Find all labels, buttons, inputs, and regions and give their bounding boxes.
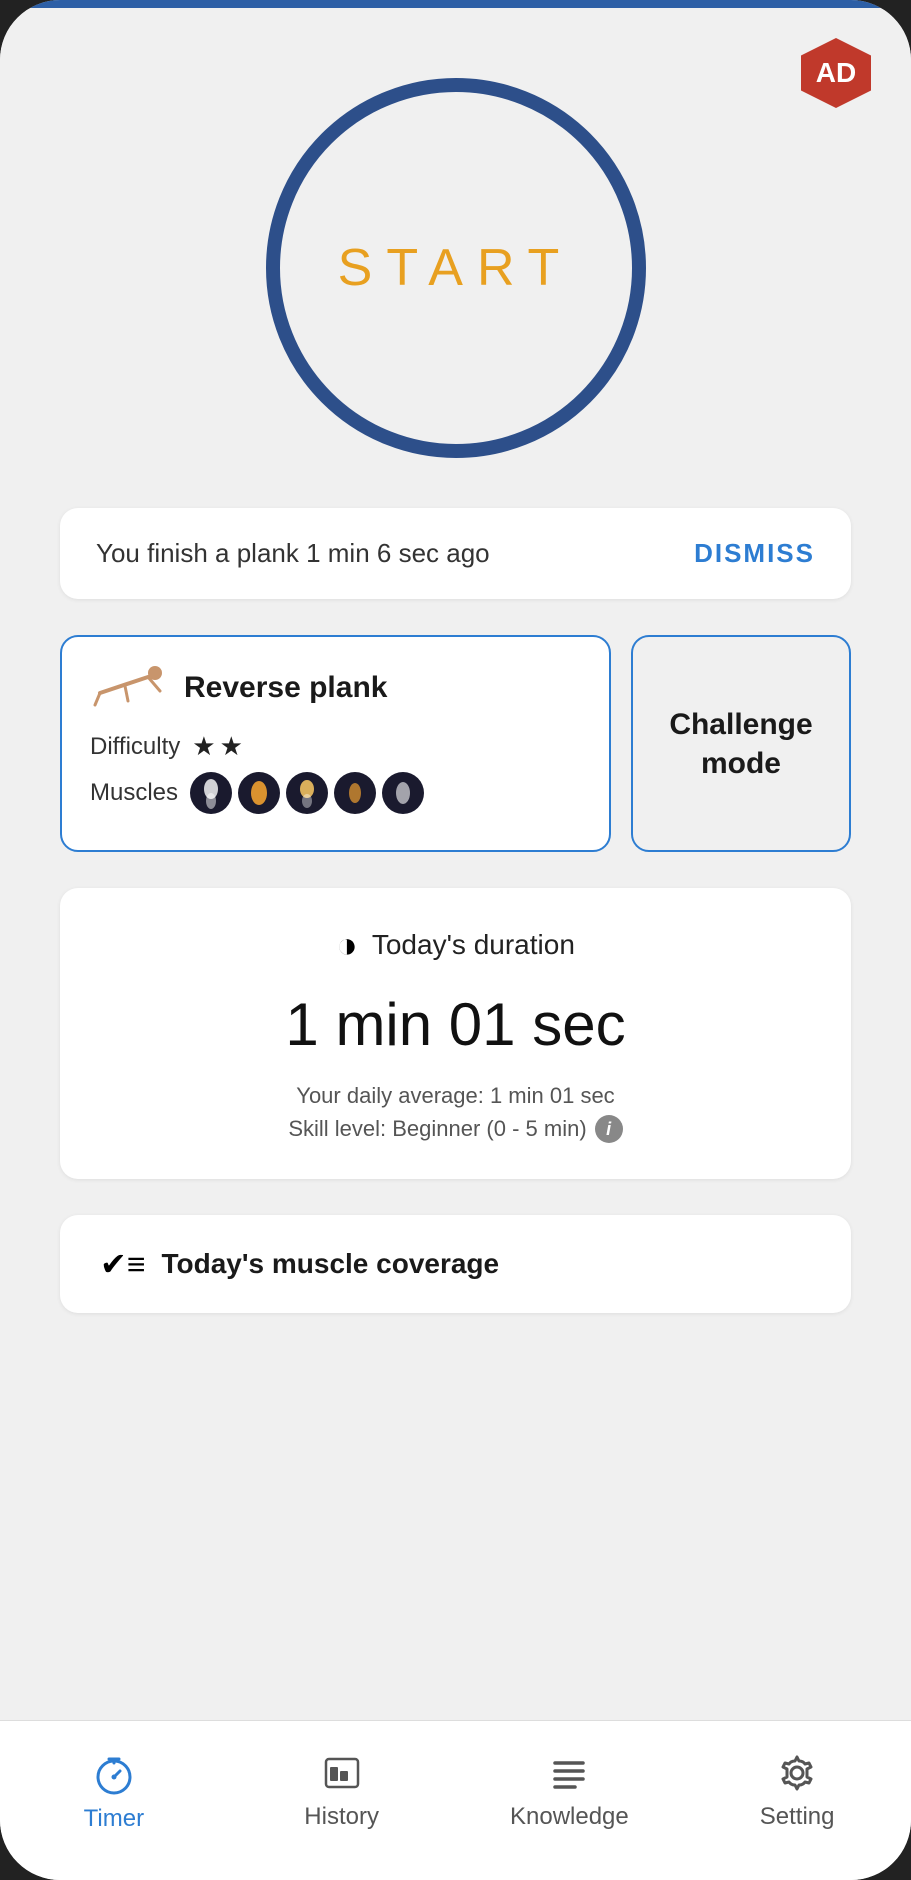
history-icon (320, 1751, 364, 1795)
star-1: ★ (192, 731, 215, 762)
muscles-label: Muscles (90, 779, 178, 807)
nav-label-history: History (304, 1803, 379, 1831)
nav-item-timer[interactable]: Timer (0, 1749, 228, 1833)
nav-item-history[interactable]: History (228, 1751, 456, 1831)
knowledge-icon (547, 1751, 591, 1795)
nav-item-setting[interactable]: Setting (683, 1751, 911, 1831)
skill-text: Skill level: Beginner (0 - 5 min) (288, 1116, 586, 1142)
top-bar (0, 0, 911, 8)
start-button[interactable]: START (266, 78, 646, 458)
duration-icon: ◑ (336, 924, 358, 966)
start-label: START (338, 238, 574, 298)
nav-label-timer: Timer (84, 1805, 144, 1833)
dismiss-message: You finish a plank 1 min 6 sec ago (96, 538, 490, 569)
difficulty-detail: Difficulty ★ ★ (90, 731, 581, 762)
start-circle-container: START (266, 78, 646, 458)
exercise-figure-icon (90, 663, 170, 713)
difficulty-label: Difficulty (90, 733, 180, 761)
challenge-label: Challenge mode (633, 705, 849, 783)
muscle-5 (382, 772, 424, 814)
ad-badge: AD (801, 38, 871, 108)
difficulty-stars: ★ ★ (192, 731, 243, 762)
bottom-nav: Timer History Knowledge (0, 1720, 911, 1880)
main-content: AD START You finish a plank 1 min 6 sec … (0, 8, 911, 1720)
nav-label-knowledge: Knowledge (510, 1803, 629, 1831)
timer-icon (90, 1749, 138, 1797)
muscle-1 (190, 772, 232, 814)
exercise-card[interactable]: Reverse plank Difficulty ★ ★ Muscles (60, 635, 611, 852)
duration-average: Your daily average: 1 min 01 sec (100, 1083, 811, 1109)
muscle-4 (334, 772, 376, 814)
setting-icon (775, 1751, 819, 1795)
nav-label-setting: Setting (760, 1803, 835, 1831)
phone-container: AD START You finish a plank 1 min 6 sec … (0, 0, 911, 1880)
muscle-icons (190, 772, 424, 814)
muscle-2 (238, 772, 280, 814)
info-icon[interactable]: i (595, 1115, 623, 1143)
exercise-row: Reverse plank Difficulty ★ ★ Muscles (60, 635, 851, 852)
duration-header: ◑ Today's duration (100, 924, 811, 966)
dismiss-button[interactable]: DISMISS (694, 538, 815, 569)
exercise-header: Reverse plank (90, 663, 581, 713)
duration-card: ◑ Today's duration 1 min 01 sec Your dai… (60, 888, 851, 1179)
duration-skill: Skill level: Beginner (0 - 5 min) i (100, 1115, 811, 1143)
coverage-label: Today's muscle coverage (161, 1248, 499, 1280)
muscles-detail: Muscles (90, 772, 581, 814)
coverage-icon: ✔≡ (100, 1245, 145, 1283)
nav-item-knowledge[interactable]: Knowledge (456, 1751, 684, 1831)
exercise-name: Reverse plank (184, 671, 387, 705)
duration-time: 1 min 01 sec (100, 990, 811, 1059)
muscle-coverage-card[interactable]: ✔≡ Today's muscle coverage (60, 1215, 851, 1313)
dismiss-card: You finish a plank 1 min 6 sec ago DISMI… (60, 508, 851, 599)
muscle-3 (286, 772, 328, 814)
duration-label: Today's duration (372, 929, 575, 961)
star-2: ★ (220, 731, 243, 762)
challenge-card[interactable]: Challenge mode (631, 635, 851, 852)
